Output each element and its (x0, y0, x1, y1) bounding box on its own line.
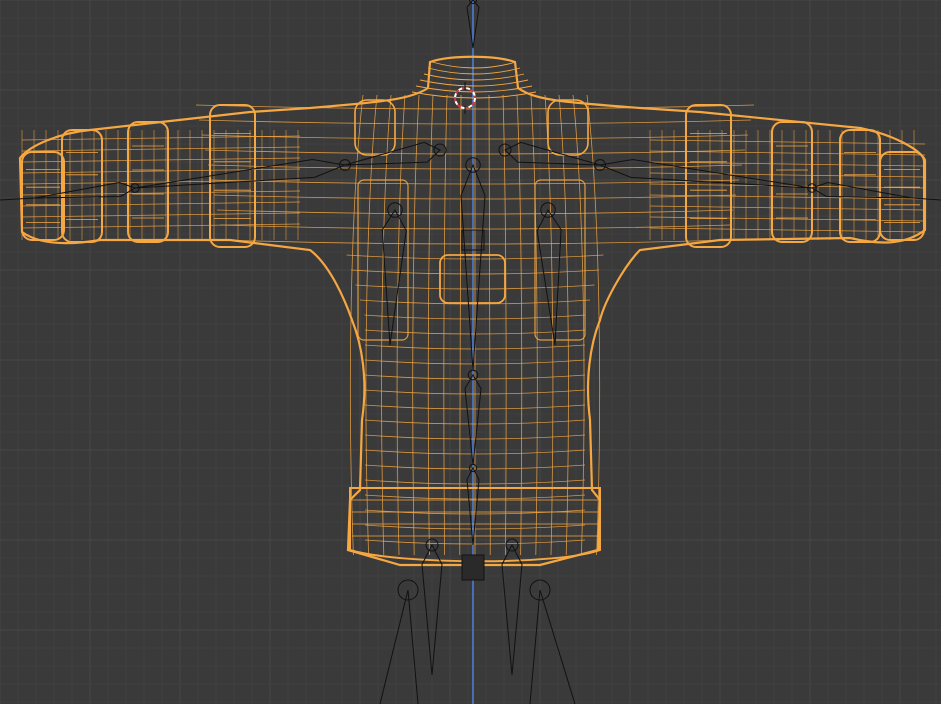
bone-forearm-r[interactable] (810, 182, 913, 199)
bone-leg-line (529, 589, 541, 704)
bone-leg-line (407, 589, 419, 704)
bone-leg-line (379, 589, 409, 704)
mesh-edge-loop (649, 172, 926, 178)
viewport-canvas[interactable] (0, 0, 941, 704)
mesh-edge-loop (431, 61, 517, 69)
root-bone[interactable] (461, 554, 485, 581)
bone-chest-flap-l[interactable] (381, 209, 407, 346)
bone-forearm-l[interactable] (34, 182, 137, 199)
mesh-edge-loop (419, 79, 529, 87)
bone-upperarm-l[interactable] (134, 158, 347, 189)
mesh-edge-loop (649, 139, 926, 145)
3d-viewport[interactable] (0, 0, 941, 704)
mesh-edge-loop (415, 85, 533, 93)
mesh-edge-loop (649, 161, 926, 167)
mesh-edge-loop (649, 227, 926, 233)
mesh-edge-loop (427, 67, 521, 75)
bone-chest-flap-r[interactable] (536, 209, 562, 346)
mesh-edge-loop (21, 146, 301, 152)
side-panel (534, 179, 586, 341)
mesh-edge-loop (649, 205, 926, 211)
mesh-edge-loop (21, 135, 301, 141)
mesh-edge-loop (423, 73, 525, 81)
